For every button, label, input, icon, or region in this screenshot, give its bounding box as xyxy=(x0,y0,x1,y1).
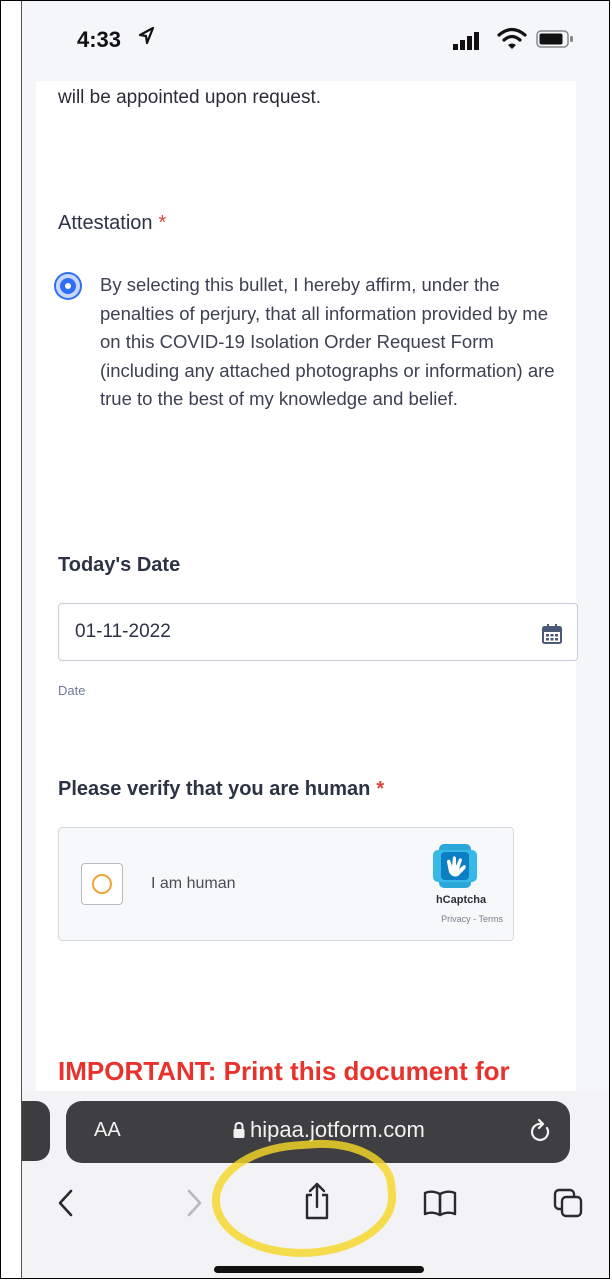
calendar-icon[interactable] xyxy=(541,623,563,645)
hcaptcha-logo-icon xyxy=(433,844,477,888)
form-page: will be appointed upon request. Attestat… xyxy=(36,81,578,1091)
required-asterisk: * xyxy=(376,778,385,800)
lock-icon xyxy=(233,1121,245,1138)
status-bar: 4:33 xyxy=(22,1,609,81)
home-indicator[interactable] xyxy=(214,1266,424,1273)
hcaptcha-brand: hCaptcha xyxy=(435,894,487,906)
screenshot-frame: 4:33 will be appointed upon request. Att… xyxy=(0,0,610,1279)
status-time: 4:33 xyxy=(77,27,122,52)
forward-icon[interactable] xyxy=(182,1187,206,1219)
important-notice: IMPORTANT: Print this document for xyxy=(58,1056,510,1086)
hcaptcha-widget: I am human hCaptcha Privacy - Terms xyxy=(58,827,514,941)
reader-settings-button[interactable]: AA xyxy=(94,1119,121,1142)
verify-human-label-text: Please verify that you are human xyxy=(58,778,371,800)
attestation-label: Attestation * xyxy=(58,212,166,235)
battery-icon xyxy=(536,30,573,48)
reload-icon[interactable] xyxy=(528,1118,554,1146)
attestation-radio[interactable] xyxy=(56,274,80,298)
phone-screen: 4:33 will be appointed upon request. Att… xyxy=(21,1,609,1278)
date-sublabel: Date xyxy=(58,683,86,698)
attestation-label-text: Attestation xyxy=(58,212,153,234)
date-label: Today's Date xyxy=(58,554,181,576)
verify-human-label: Please verify that you are human * xyxy=(58,778,384,801)
attestation-statement[interactable]: By selecting this bullet, I hereby affir… xyxy=(100,271,560,414)
hcaptcha-privacy-terms-links[interactable]: Privacy - Terms xyxy=(399,914,503,924)
location-arrow-icon xyxy=(138,26,155,45)
back-icon[interactable] xyxy=(54,1187,78,1219)
url-domain[interactable]: hipaa.jotform.com xyxy=(250,1117,425,1143)
required-asterisk: * xyxy=(158,212,167,234)
date-value[interactable]: 01-11-2022 xyxy=(75,621,171,643)
wifi-icon xyxy=(497,27,527,49)
previous-tab-preview[interactable] xyxy=(22,1101,50,1161)
captcha-checkbox-label[interactable]: I am human xyxy=(151,875,235,893)
captcha-checkbox[interactable] xyxy=(81,863,123,905)
signal-icon xyxy=(453,32,479,50)
date-input[interactable]: 01-11-2022 xyxy=(58,603,578,661)
truncated-paragraph: will be appointed upon request. xyxy=(58,87,322,108)
tabs-icon[interactable] xyxy=(552,1187,584,1219)
bookmarks-icon[interactable] xyxy=(422,1187,458,1219)
